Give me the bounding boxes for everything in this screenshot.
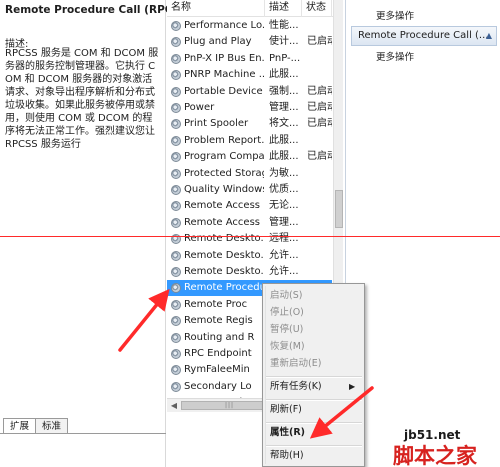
arrow-to-service <box>118 288 170 352</box>
annotation-arrows <box>118 288 374 439</box>
watermark-logo: 脚本之家 <box>393 444 477 467</box>
arrow-to-properties <box>309 386 374 439</box>
